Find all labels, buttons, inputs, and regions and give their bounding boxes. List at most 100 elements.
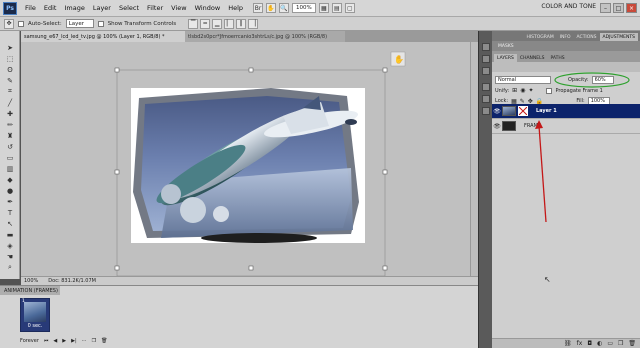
menu-image[interactable]: Image [60,4,88,12]
lasso-icon[interactable]: ʘ [5,65,15,74]
move-icon[interactable]: ➤ [5,43,15,52]
eraser-icon[interactable]: ▭ [5,153,15,162]
transform-handle[interactable] [382,67,388,73]
healing-brush-icon[interactable]: ✚ [5,109,15,118]
tab-adjustments[interactable]: ADJUSTMENTS [599,33,638,41]
tab-second-document[interactable]: tlsbd2s0pcr*Jfmoerrcanio3shtrLs/c.jpg @ … [185,31,345,42]
auto-select-dropdown[interactable]: Layer [65,19,94,28]
tab-histogram[interactable]: HISTOGRAM [523,33,556,41]
dock-panel-icon[interactable] [482,43,490,51]
auto-select-checkbox[interactable] [18,20,24,27]
dock-panel-icon[interactable] [482,83,490,91]
layer-name[interactable]: Layer 1 [536,108,557,114]
new-group-icon[interactable]: ▭ [607,340,613,347]
menu-window[interactable]: Window [191,4,225,12]
next-frame-icon[interactable]: ▶| [71,338,77,344]
blur-icon[interactable]: ◆ [5,175,15,184]
link-layers-icon[interactable]: ⛓ [564,340,572,347]
tab-info[interactable]: INFO [557,33,574,41]
add-mask-icon[interactable]: ◘ [587,340,592,347]
dock-panel-icon[interactable] [482,55,490,63]
layer-row-layer-1[interactable]: 👁 Layer 1 [492,104,640,119]
transform-handle[interactable] [114,169,120,175]
clone-stamp-icon[interactable]: ♜ [5,131,15,140]
eyedropper-icon[interactable]: ╱ [5,98,15,107]
brush-icon[interactable]: ✏ [5,120,15,129]
close-icon[interactable]: × [626,3,637,13]
visibility-eye-icon[interactable]: 👁 [492,108,502,115]
align-center-icon[interactable]: ‖ [236,18,247,29]
shape-icon[interactable]: ▬ [5,230,15,239]
transform-handle[interactable] [248,265,254,271]
marquee-icon[interactable]: ⬚ [5,54,15,63]
menu-file[interactable]: File [21,4,40,12]
tab-channels[interactable]: CHANNELS [517,54,548,62]
history-brush-icon[interactable]: ↺ [5,142,15,151]
animation-tab[interactable]: ANIMATION (FRAMES) [0,286,60,295]
screen-mode-icon[interactable]: ▢ [344,3,355,13]
align-right-icon[interactable]: ▕ [248,18,259,29]
path-select-icon[interactable]: ↖ [5,219,15,228]
layer-row-frame[interactable]: 👁 FRAME [492,119,640,134]
menu-edit[interactable]: Edit [40,4,61,12]
document-canvas[interactable]: ✋ [21,42,478,277]
arrange-documents-icon[interactable]: ▤ [331,3,342,13]
layer-mask-thumbnail[interactable] [518,106,528,116]
delete-layer-icon[interactable]: 🗑 [628,340,636,347]
zoom-tool-icon[interactable]: ⌕ [5,263,15,272]
propagate-frame-checkbox[interactable] [546,87,553,94]
3d-rotate-icon[interactable]: ◈ [5,241,15,250]
gradient-icon[interactable]: ▥ [5,164,15,173]
prev-frame-icon[interactable]: ◀ [53,338,57,344]
align-left-icon[interactable]: ▏ [224,18,235,29]
minimize-icon[interactable]: – [600,3,611,13]
tab-paths[interactable]: PATHS [547,54,567,62]
align-middle-icon[interactable]: ═ [200,18,211,29]
move-tool-icon[interactable]: ✥ [4,18,14,29]
tab-layers[interactable]: LAYERS [494,54,517,62]
adjustment-layer-icon[interactable]: ◐ [597,340,602,347]
hand-tool-icon[interactable]: ☚ [5,252,15,261]
dock-panel-icon[interactable] [482,107,490,115]
dodge-icon[interactable]: ● [5,186,15,195]
bridge-icon[interactable]: Br [253,3,264,13]
vertical-scrollbar[interactable] [470,42,478,276]
zoom-level-select[interactable]: 100% [292,3,316,13]
layer-style-icon[interactable]: fx [577,340,583,347]
loop-select[interactable]: Forever [20,338,39,344]
menu-help[interactable]: Help [224,4,247,12]
maximize-icon[interactable]: □ [613,3,624,13]
show-transform-checkbox[interactable] [97,20,104,27]
menu-filter[interactable]: Filter [143,4,167,12]
hand-icon[interactable]: ✋ [266,3,277,13]
duplicate-frame-icon[interactable]: ❐ [92,338,96,344]
dock-panel-icon[interactable] [482,95,490,103]
first-frame-icon[interactable]: ⏮ [44,338,49,344]
align-top-icon[interactable]: ▔ [188,18,199,29]
menu-select[interactable]: Select [115,4,143,12]
tab-masks[interactable]: MASKS [495,42,517,50]
dock-panel-icon[interactable] [482,67,490,75]
status-zoom[interactable]: 100% [24,278,38,284]
workspace-switcher[interactable]: COLOR AND TONE [541,3,596,10]
menu-view[interactable]: View [167,4,190,12]
tab-samsung-document[interactable]: samsung_e67_lcd_led_tv.jpg @ 100% (Layer… [21,31,185,42]
transform-handle[interactable] [248,67,254,73]
blend-mode-select[interactable]: Normal [495,76,551,84]
unify-style-icon[interactable]: ✦ [528,87,533,94]
tween-icon[interactable]: ⋯ [82,338,87,344]
view-extras-icon[interactable]: ▦ [318,3,329,13]
transform-handle[interactable] [382,265,388,271]
type-icon[interactable]: T [5,208,15,217]
menu-layer[interactable]: Layer [89,4,115,12]
unify-position-icon[interactable]: ⊞ [512,87,517,94]
frame-delay[interactable]: 0 sec. [21,323,49,329]
visibility-eye-icon[interactable]: 👁 [492,123,502,130]
align-bottom-icon[interactable]: ▁ [212,18,223,29]
unify-visibility-icon[interactable]: ◉ [520,87,525,94]
play-icon[interactable]: ▶ [62,338,66,344]
transform-handle[interactable] [114,67,120,73]
delete-frame-icon[interactable]: 🗑 [101,338,107,344]
quick-select-icon[interactable]: ✎ [5,76,15,85]
animation-frame[interactable]: 1 0 sec. [20,298,50,332]
